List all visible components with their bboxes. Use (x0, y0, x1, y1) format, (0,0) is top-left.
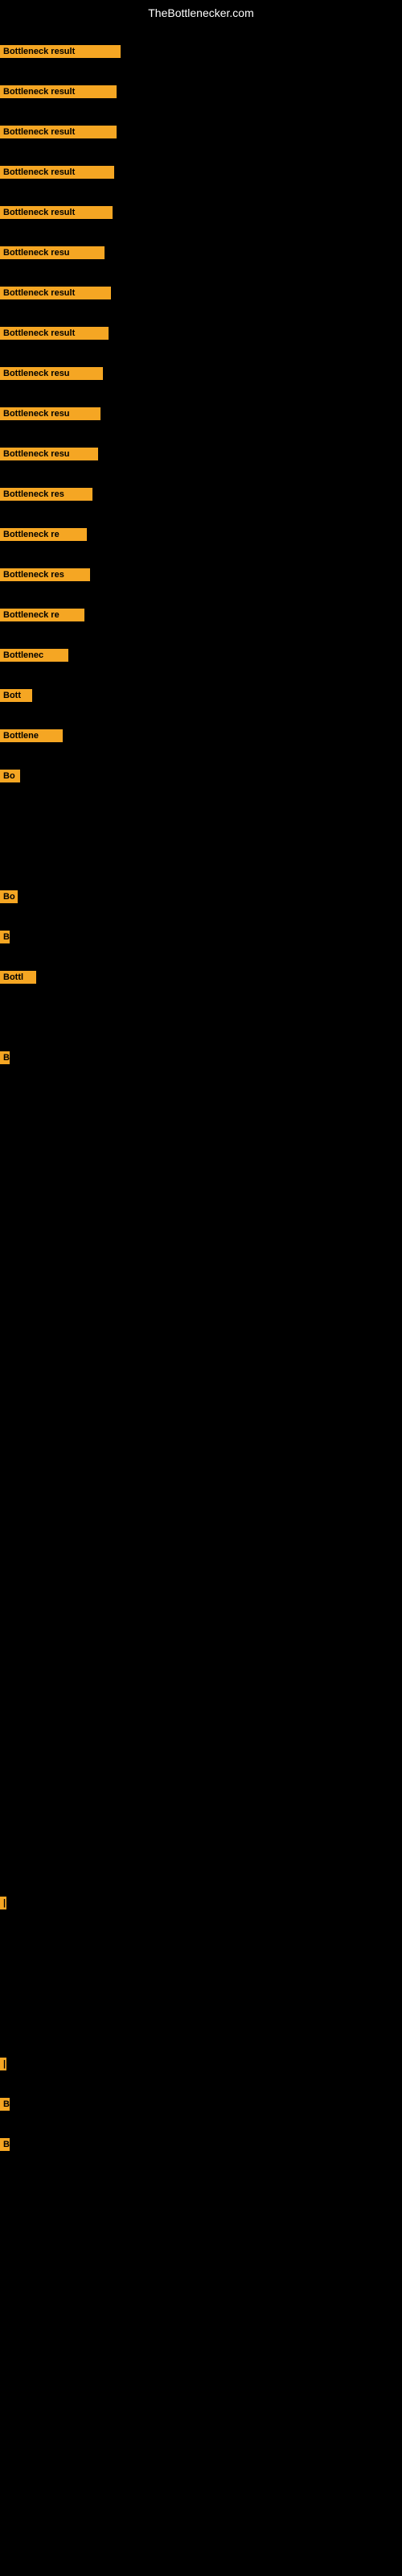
bottleneck-result-label: | (0, 2058, 6, 2070)
bottleneck-result-label: Bottleneck re (0, 609, 84, 621)
bottleneck-result-label: Bottleneck resu (0, 448, 98, 460)
bottleneck-result-label: Bottlenec (0, 649, 68, 662)
bottleneck-result-label: Bottleneck resu (0, 407, 100, 420)
bottleneck-result-label: Bottleneck re (0, 528, 87, 541)
bottleneck-result-label: Bottleneck result (0, 85, 117, 98)
bottleneck-result-label: Bottleneck res (0, 568, 90, 581)
bottleneck-result-label: Bottleneck result (0, 327, 109, 340)
bottleneck-result-label: Bottlene (0, 729, 63, 742)
bottleneck-result-label: B (0, 2138, 10, 2151)
bottleneck-result-label: Bottleneck result (0, 126, 117, 138)
bottleneck-result-label: B (0, 2098, 10, 2111)
bottleneck-result-label: Bottleneck resu (0, 246, 105, 259)
site-title: TheBottlenecker.com (0, 0, 402, 26)
bottleneck-result-label: B (0, 1051, 10, 1064)
bottleneck-result-label: Bottleneck resu (0, 367, 103, 380)
bottleneck-result-label: Bo (0, 770, 20, 782)
bottleneck-result-label: | (0, 1897, 6, 1909)
bottleneck-result-label: B (0, 931, 10, 943)
bottleneck-result-label: Bottleneck result (0, 166, 114, 179)
bottleneck-result-label: Bo (0, 890, 18, 903)
bottleneck-result-label: Bottleneck result (0, 45, 121, 58)
bottleneck-result-label: Bottleneck result (0, 206, 113, 219)
bottleneck-result-label: Bott (0, 689, 32, 702)
bottleneck-result-label: Bottleneck result (0, 287, 111, 299)
bottleneck-result-label: Bottleneck res (0, 488, 92, 501)
bottleneck-result-label: Bottl (0, 971, 36, 984)
